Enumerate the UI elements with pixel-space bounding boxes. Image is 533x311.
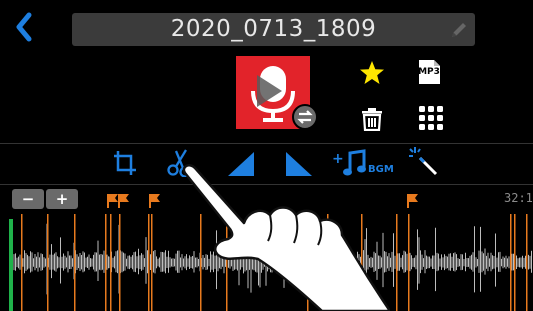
marker-line [21, 214, 23, 311]
trash-icon[interactable] [361, 107, 383, 131]
recording-editor-screen: 2020_0713_1809 MP3 + BGM − + 32:1 [0, 0, 533, 311]
time-label: 32:17 [504, 191, 533, 205]
zoom-in-label: + [55, 190, 69, 208]
marker-line [510, 214, 512, 311]
pointing-hand-icon [182, 164, 390, 311]
mp3-label: MP3 [418, 67, 440, 77]
zoom-controls: − + [12, 189, 78, 209]
marker-line [514, 214, 516, 311]
file-name-field[interactable]: 2020_0713_1809 [72, 13, 475, 46]
marker-line [396, 214, 398, 311]
flag-icon[interactable] [407, 194, 418, 208]
marker-line [110, 214, 112, 311]
marker-line [74, 214, 76, 311]
chevron-left-icon [16, 12, 32, 42]
marker-line [105, 214, 107, 311]
flag-icon[interactable] [149, 194, 160, 208]
mp3-format-button[interactable]: MP3 [416, 59, 442, 85]
crop-icon[interactable] [113, 150, 137, 176]
star-icon[interactable] [359, 60, 385, 86]
file-name: 2020_0713_1809 [170, 16, 377, 42]
playhead[interactable] [9, 219, 13, 311]
marker-line [408, 214, 410, 311]
zoom-in-button[interactable]: + [46, 189, 78, 209]
flag-icon[interactable] [118, 194, 129, 208]
zoom-out-button[interactable]: − [12, 189, 44, 209]
back-button[interactable] [8, 10, 42, 44]
marker-line [148, 214, 150, 311]
header-bar: 2020_0713_1809 [0, 0, 533, 53]
marker-line [526, 214, 528, 311]
magic-wand-icon[interactable] [408, 146, 438, 176]
swap-icon [292, 104, 318, 130]
pencil-icon[interactable] [449, 20, 469, 40]
file-thumbnail-button[interactable] [236, 55, 322, 131]
grid-icon[interactable] [419, 106, 443, 130]
marker-line [119, 214, 121, 311]
marker-line [47, 214, 49, 311]
flag-icon[interactable] [107, 194, 118, 208]
marker-line [151, 214, 153, 311]
zoom-out-label: − [21, 190, 35, 208]
